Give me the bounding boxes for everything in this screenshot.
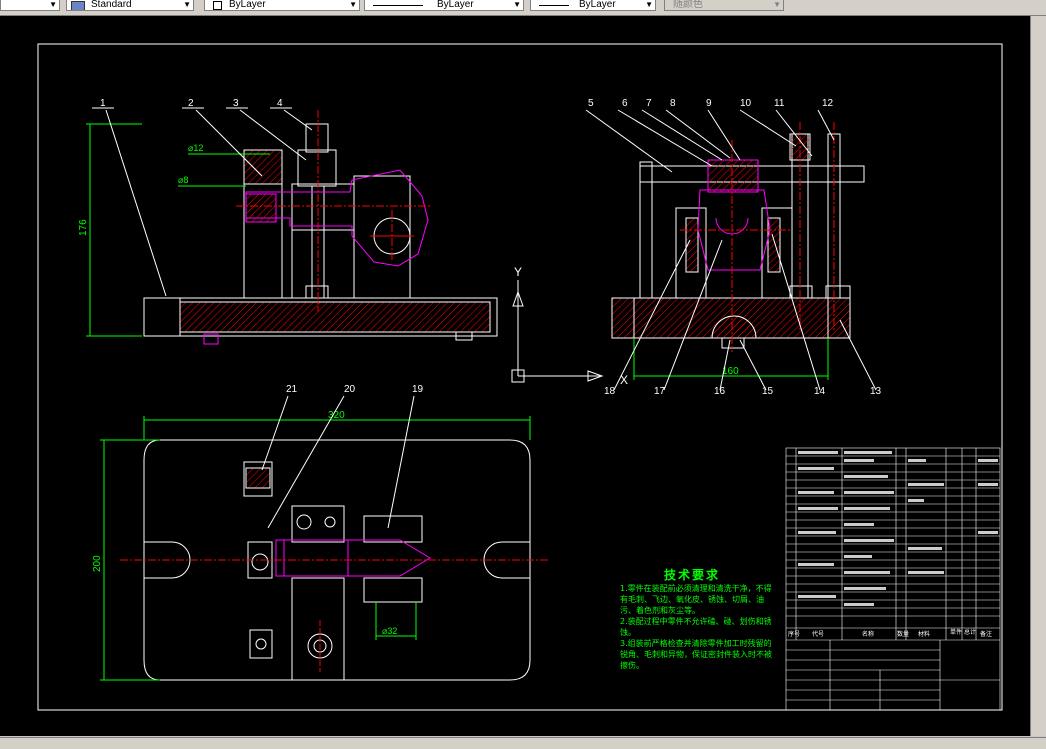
balloon-17: 17 <box>654 386 666 397</box>
text-style-combo[interactable]: Standard ▼ <box>66 0 194 11</box>
balloon-19: 19 <box>412 384 424 395</box>
balloon-3: 3 <box>233 98 239 109</box>
balloon-13: 13 <box>870 386 882 397</box>
balloon-21: 21 <box>286 384 298 395</box>
lineweight-value: ByLayer <box>579 0 616 10</box>
balloon-10: 10 <box>740 98 752 109</box>
balloon-9: 9 <box>706 98 712 109</box>
text-style-icon <box>71 1 85 10</box>
ucs-icon: Y X <box>511 265 628 387</box>
header-seq: 序号 <box>788 630 800 638</box>
chevron-down-icon: ▼ <box>183 0 191 9</box>
balloon-20: 20 <box>344 384 356 395</box>
header-name: 名称 <box>862 630 874 638</box>
header-qty: 数量 <box>897 630 909 638</box>
horizontal-scrollbar[interactable] <box>0 737 1046 749</box>
tech-line-1: 1.零件在装配前必须清理和清洗干净，不得有毛刺、飞边、氧化皮、锈蚀、切屑、油污、… <box>620 584 772 615</box>
dim-phi32: ⌀32 <box>382 626 397 636</box>
balloon-11: 11 <box>774 98 785 109</box>
header-remark: 备注 <box>980 630 992 638</box>
tech-title: 技术要求 <box>663 568 720 582</box>
chevron-down-icon: ▼ <box>645 0 653 9</box>
tech-line-2: 2.装配过程中零件不允许磕、碰、划伤和锈蚀。 <box>620 617 772 637</box>
header-total: 总计 <box>964 628 976 636</box>
balloon-5: 5 <box>588 98 594 109</box>
balloon-2: 2 <box>188 98 194 109</box>
vertical-scrollbar[interactable] <box>1031 16 1046 736</box>
balloon-14: 14 <box>814 386 826 397</box>
front-view: 176 ⌀12 ⌀8 1 2 3 4 <box>78 98 498 345</box>
balloon-6: 6 <box>622 98 628 109</box>
axis-y-label: Y <box>514 265 522 279</box>
chevron-down-icon: ▼ <box>49 0 57 9</box>
lineweight-sample <box>539 5 569 6</box>
linetype-sample <box>373 5 423 6</box>
balloon-1: 1 <box>100 98 106 109</box>
linetype-combo[interactable]: ByLayer ▼ <box>364 0 524 11</box>
text-style-value: Standard <box>91 0 132 10</box>
prev-combo[interactable]: ▼ <box>0 0 60 11</box>
chevron-down-icon: ▼ <box>773 0 781 9</box>
tech-line-3: 3.组装前严格检查并清除零件加工时残留的锐角、毛刺和异物，保证密封件装入时不被擦… <box>620 639 772 670</box>
balloon-18: 18 <box>604 386 616 397</box>
bom-table <box>785 447 1001 711</box>
bom-table-text: 序号 代号 名称 数量 材料 单件 总计 备注 <box>788 451 998 638</box>
header-material: 材料 <box>918 630 930 638</box>
color-value: ByLayer <box>229 0 266 10</box>
dim-phi8: ⌀8 <box>178 175 188 185</box>
technical-requirements: 技术要求 1.零件在装配前必须清理和清洗干净，不得有毛刺、飞边、氧化皮、锈蚀、切… <box>620 566 778 671</box>
plot-style-value: 随颜色 <box>673 0 703 10</box>
dim-200: 200 <box>92 555 103 572</box>
balloon-8: 8 <box>670 98 676 109</box>
cad-drawing: 176 ⌀12 ⌀8 1 2 3 4 Y X 160 5 6 7 8 9 10 … <box>37 43 1003 711</box>
balloon-7: 7 <box>646 98 652 109</box>
lineweight-combo[interactable]: ByLayer ▼ <box>530 0 656 11</box>
dim-phi12: ⌀12 <box>188 143 203 153</box>
color-combo[interactable]: ByLayer ▼ <box>204 0 360 11</box>
dim-176: 176 <box>78 219 89 236</box>
linetype-value: ByLayer <box>437 0 474 10</box>
top-view: 320 200 ⌀32 21 20 19 <box>92 384 550 681</box>
plot-style-combo[interactable]: 随颜色 ▼ <box>664 0 784 11</box>
balloon-4: 4 <box>277 98 283 109</box>
color-swatch-icon <box>213 1 222 10</box>
header-unit: 单件 <box>950 628 962 636</box>
chevron-down-icon: ▼ <box>513 0 521 9</box>
drawing-canvas[interactable]: 176 ⌀12 ⌀8 1 2 3 4 Y X 160 5 6 7 8 9 10 … <box>0 16 1031 736</box>
side-view: 160 5 6 7 8 9 10 11 12 18 17 16 15 14 13 <box>585 98 882 397</box>
chevron-down-icon: ▼ <box>349 0 357 9</box>
properties-toolbar: ▼ Standard ▼ ByLayer ▼ ByLayer ▼ ByLayer… <box>0 0 1046 16</box>
header-code: 代号 <box>812 630 824 638</box>
balloon-12: 12 <box>822 98 834 109</box>
balloon-16: 16 <box>714 386 726 397</box>
balloon-15: 15 <box>762 386 774 397</box>
